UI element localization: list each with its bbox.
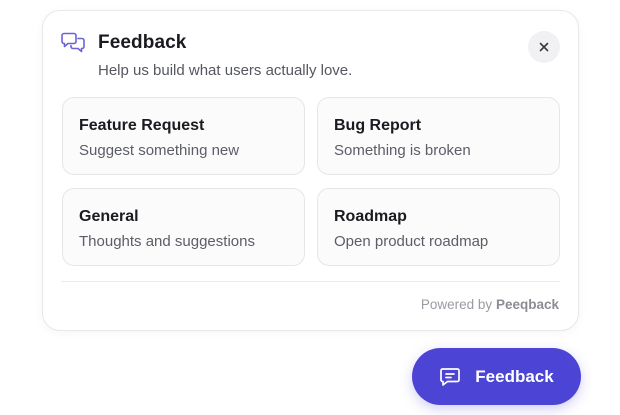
- card-description: Something is broken: [334, 142, 471, 159]
- card-title: Bug Report: [334, 117, 422, 134]
- card-general[interactable]: General Thoughts and suggestions: [62, 188, 305, 266]
- message-square-icon: [440, 367, 461, 386]
- card-title: Roadmap: [334, 208, 407, 225]
- footer-divider: [61, 281, 560, 282]
- panel-title: Feedback: [98, 32, 187, 53]
- card-feature-request[interactable]: Feature Request Suggest something new: [62, 97, 305, 175]
- card-description: Open product roadmap: [334, 233, 489, 250]
- chat-bubbles-icon: [61, 32, 85, 53]
- card-description: Suggest something new: [79, 142, 240, 159]
- feedback-panel: Feedback Help us build what users actual…: [42, 10, 579, 331]
- card-description: Thoughts and suggestions: [79, 233, 255, 250]
- close-button[interactable]: [528, 31, 560, 63]
- card-title: General: [79, 208, 139, 225]
- powered-by: Powered by Peeqback: [421, 297, 559, 312]
- card-bug-report[interactable]: Bug Report Something is broken: [317, 97, 560, 175]
- panel-subtitle: Help us build what users actually love.: [98, 62, 353, 79]
- feedback-launcher-button[interactable]: Feedback: [412, 348, 581, 405]
- powered-by-brand-link[interactable]: Peeqback: [496, 297, 559, 312]
- close-icon: [539, 42, 549, 52]
- powered-by-prefix: Powered by: [420, 297, 493, 312]
- card-title: Feature Request: [79, 117, 205, 134]
- feedback-launcher-label: Feedback: [475, 366, 554, 386]
- card-roadmap[interactable]: Roadmap Open product roadmap: [317, 188, 560, 266]
